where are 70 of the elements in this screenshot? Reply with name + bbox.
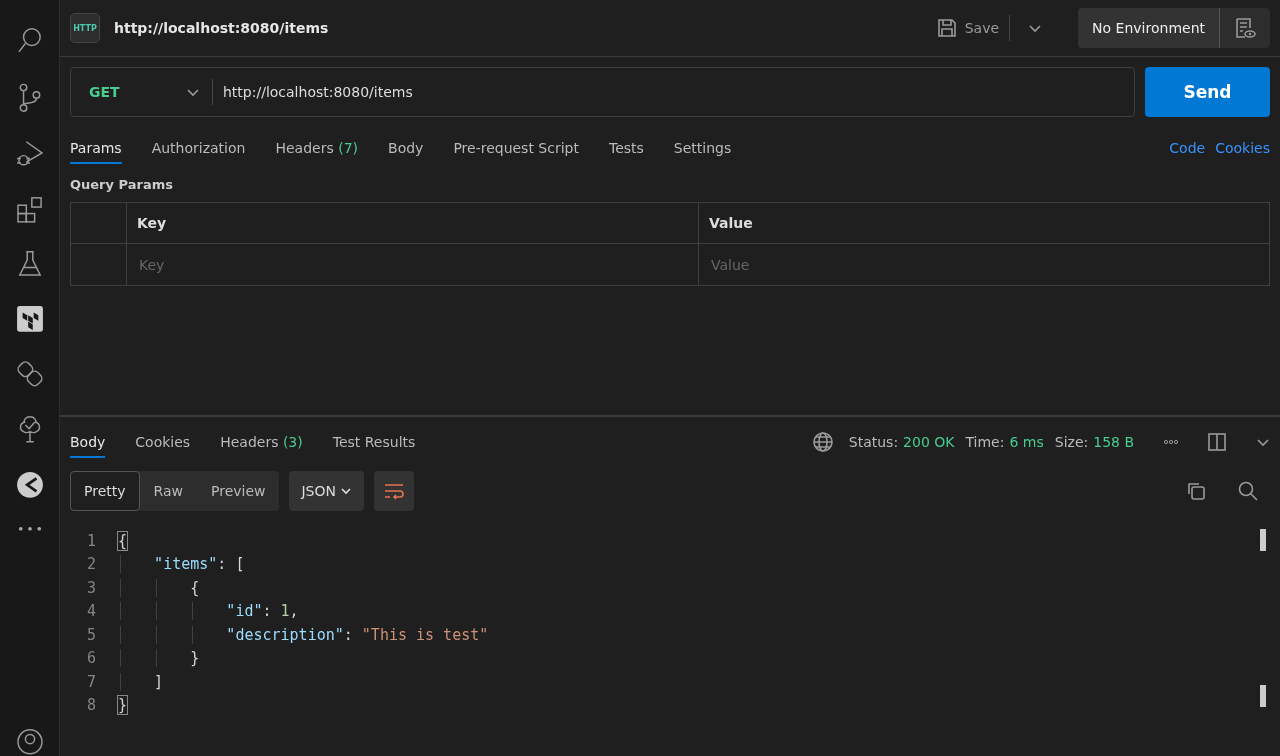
view-mode-tab[interactable]: Pretty	[70, 471, 140, 511]
wrap-icon	[383, 482, 405, 500]
tab[interactable]: Pre-request Script	[453, 132, 579, 164]
account-icon[interactable]	[14, 728, 45, 756]
code-line: }	[118, 696, 128, 715]
save-icon	[936, 18, 957, 38]
line-number: 1	[85, 531, 97, 550]
scrollbar-thumb[interactable]	[1260, 685, 1266, 707]
param-input[interactable]: Key	[137, 255, 688, 274]
code-line: {	[118, 531, 128, 550]
line-number: 2	[85, 555, 97, 574]
code-line: "description": "This is test"	[118, 625, 489, 644]
tab[interactable]: Settings	[673, 132, 732, 164]
line-number: 3	[85, 578, 97, 597]
url-field[interactable]: GET http://localhost:8080/items	[70, 67, 1135, 117]
environment-selector[interactable]: No Environment	[1078, 8, 1220, 48]
layout-icon[interactable]	[1208, 433, 1226, 451]
line-number: 8	[85, 696, 97, 715]
param-input[interactable]: Value	[709, 255, 1259, 274]
line-number: 4	[85, 602, 97, 621]
line-number: 5	[85, 625, 97, 644]
copy-icon[interactable]	[1186, 481, 1206, 501]
link[interactable]: Code	[1169, 140, 1206, 156]
link-icon[interactable]	[14, 359, 45, 388]
tab[interactable]: Tests	[608, 132, 644, 164]
terraform-icon[interactable]	[14, 305, 45, 333]
line-number: 6	[85, 649, 97, 668]
view-mode-tab[interactable]: Raw	[139, 471, 197, 511]
blocks-icon[interactable]	[14, 195, 45, 224]
tab[interactable]: Headers (3)	[220, 426, 303, 458]
line-number: 7	[85, 672, 97, 691]
save-button[interactable]: Save	[926, 15, 1011, 41]
more-icon[interactable]	[16, 525, 43, 532]
status-value: 200 OK	[903, 434, 955, 450]
tab[interactable]: Headers (7)	[275, 132, 359, 164]
column-header: Value	[709, 215, 753, 231]
view-mode-tab[interactable]: Preview	[197, 471, 280, 511]
code-line: {	[118, 578, 200, 597]
status-label: Size:	[1054, 434, 1089, 450]
section-title: Query Params	[69, 176, 174, 192]
link[interactable]: Cookies	[1215, 140, 1270, 156]
status-value: 158 B	[1093, 434, 1134, 450]
tab[interactable]: Body	[388, 132, 424, 164]
tab[interactable]: Body	[70, 426, 106, 458]
code-line: }	[118, 649, 200, 668]
eye-document-icon	[1234, 17, 1256, 39]
status-value: 6 ms	[1009, 434, 1044, 450]
wrap-button[interactable]	[374, 471, 414, 511]
code-line: "items": [	[118, 555, 245, 574]
chevron-down-icon	[340, 485, 352, 497]
tab[interactable]: Params	[70, 132, 122, 164]
column-header: Key	[137, 215, 167, 231]
tab[interactable]: Authorization	[151, 132, 246, 164]
method-dropdown[interactable]: GET	[71, 79, 213, 105]
tab[interactable]: Cookies	[135, 426, 191, 458]
send-button[interactable]: Send	[1145, 67, 1270, 117]
code-line: "id": 1,	[118, 602, 299, 621]
more-icon[interactable]	[1164, 439, 1178, 445]
http-badge: HTTP	[70, 13, 100, 43]
request-title: http://localhost:8080/items	[114, 20, 330, 36]
format-dropdown[interactable]: JSON	[289, 471, 364, 511]
status-label: Time:	[965, 434, 1005, 450]
globe-icon	[812, 432, 833, 452]
status-label: Status:	[848, 434, 899, 450]
scrollbar-thumb[interactable]	[1260, 529, 1266, 551]
tab[interactable]: Test Results	[332, 426, 416, 458]
environment-view-button[interactable]	[1220, 8, 1270, 48]
gauge-icon[interactable]	[14, 471, 45, 499]
code-line: ]	[118, 672, 164, 691]
search-icon[interactable]	[1238, 481, 1258, 501]
